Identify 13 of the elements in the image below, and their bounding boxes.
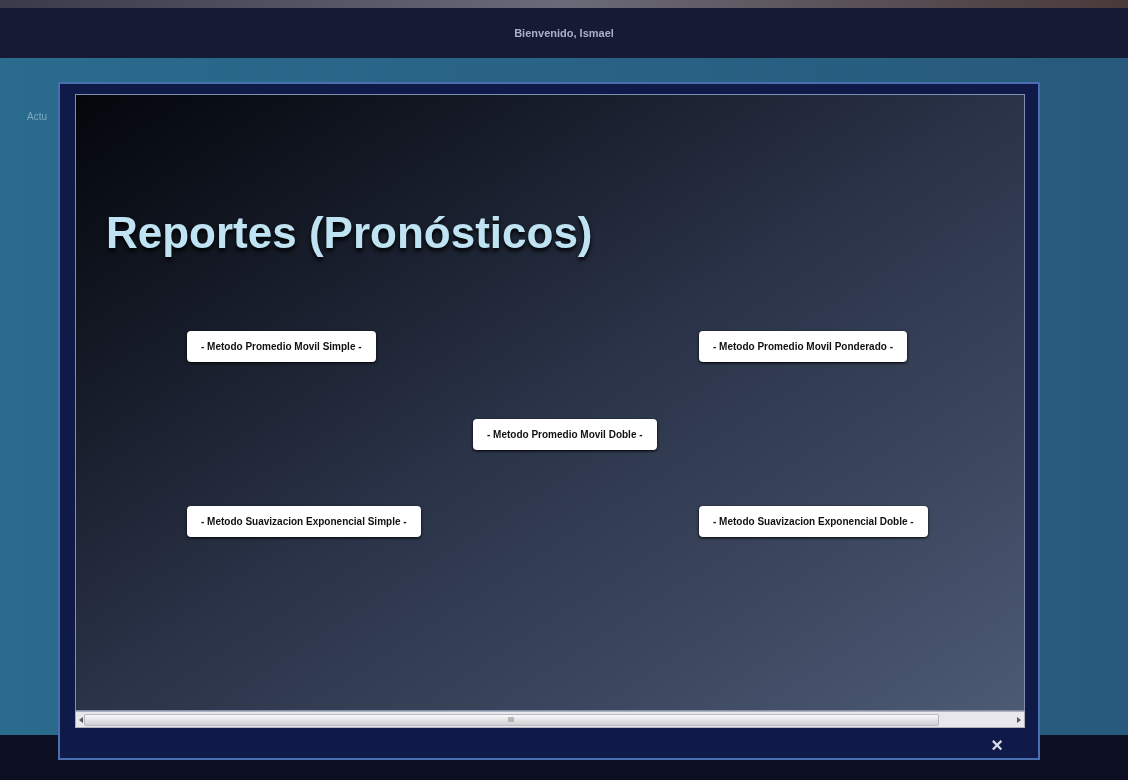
method-button[interactable]: - Metodo Promedio Movil Doble - bbox=[473, 419, 657, 450]
method-button[interactable]: - Metodo Promedio Movil Ponderado - bbox=[699, 331, 907, 362]
horizontal-scrollbar[interactable] bbox=[75, 711, 1025, 728]
close-button[interactable]: × bbox=[991, 734, 1003, 756]
method-button[interactable]: - Metodo Promedio Movil Simple - bbox=[187, 331, 376, 362]
method-button[interactable]: - Metodo Suavizacion Exponencial Doble - bbox=[699, 506, 928, 537]
method-button[interactable]: - Metodo Suavizacion Exponencial Simple - bbox=[187, 506, 421, 537]
welcome-text: Bienvenido, Ismael bbox=[514, 25, 614, 41]
scrollbar-thumb[interactable] bbox=[84, 713, 939, 726]
dialog-title: Reportes (Pronósticos) bbox=[106, 207, 593, 259]
sidebar-text: Actu bbox=[27, 111, 47, 122]
grip-icon bbox=[508, 717, 515, 722]
scroll-right-icon[interactable] bbox=[1016, 716, 1022, 723]
